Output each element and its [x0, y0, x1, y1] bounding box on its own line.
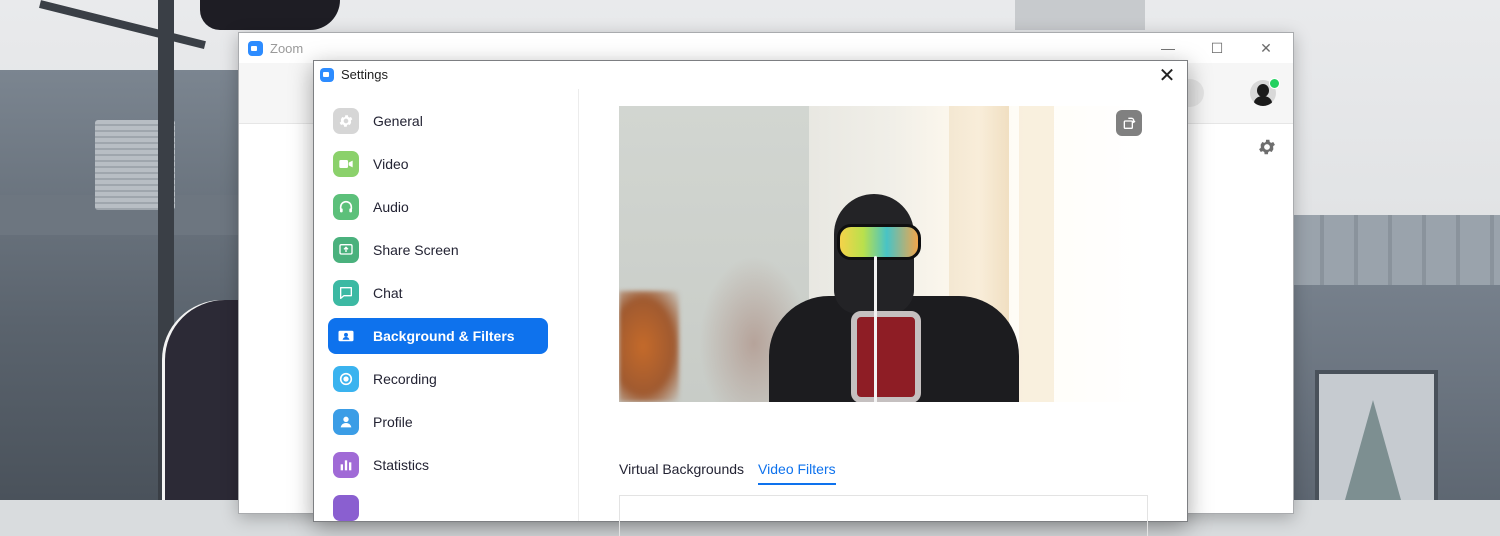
bar-chart-icon [333, 452, 359, 478]
sidebar-item-label: Chat [373, 285, 403, 301]
sidebar-item-video[interactable]: Video [328, 146, 548, 182]
chat-bubble-icon [333, 280, 359, 306]
video-preview [619, 106, 1146, 402]
filters-panel [619, 495, 1148, 536]
preview-blur-object [619, 291, 679, 402]
presence-status-dot [1269, 78, 1280, 89]
sidebar-item-general[interactable]: General [328, 103, 548, 139]
sidebar-item-next[interactable] [328, 490, 548, 526]
rotate-camera-icon[interactable] [1116, 110, 1142, 136]
close-button[interactable]: ✕ [1243, 33, 1289, 63]
settings-dialog: Settings ✕ General Video Audio Share Scr… [313, 60, 1188, 536]
sidebar-item-chat[interactable]: Chat [328, 275, 548, 311]
sidebar-item-statistics[interactable]: Statistics [328, 447, 548, 483]
share-screen-icon [333, 237, 359, 263]
sidebar-item-label: Recording [373, 371, 437, 387]
settings-close-button[interactable]: ✕ [1153, 63, 1181, 87]
maximize-button[interactable]: ☐ [1194, 33, 1240, 63]
sidebar-item-audio[interactable]: Audio [328, 189, 548, 225]
settings-titlebar: Settings ✕ [314, 61, 1187, 89]
sidebar-item-share-screen[interactable]: Share Screen [328, 232, 548, 268]
wallpaper-tree [1345, 400, 1401, 500]
zoom-logo-icon [320, 68, 334, 82]
background-tabs: Virtual Backgrounds Video Filters [619, 461, 836, 485]
preview-earphone-cord [874, 256, 877, 402]
keyboard-icon [333, 495, 359, 521]
settings-sidebar: General Video Audio Share Screen Chat Ba… [314, 89, 579, 521]
settings-content: Virtual Backgrounds Video Filters [579, 89, 1187, 536]
video-camera-icon [333, 151, 359, 177]
sidebar-item-background-filters[interactable]: Background & Filters [328, 318, 548, 354]
minimize-button[interactable]: — [1145, 33, 1191, 63]
record-icon [333, 366, 359, 392]
zoom-logo-icon [248, 41, 263, 56]
sidebar-item-label: Video [373, 156, 409, 172]
sidebar-item-label: Audio [373, 199, 409, 215]
sidebar-item-recording[interactable]: Recording [328, 361, 548, 397]
settings-gear-icon[interactable] [1257, 137, 1277, 157]
wallpaper-hair [200, 0, 340, 30]
settings-title: Settings [341, 67, 388, 82]
preview-goggles-filter [837, 224, 921, 260]
tab-virtual-backgrounds[interactable]: Virtual Backgrounds [619, 461, 744, 485]
wallpaper-wire [39, 0, 206, 50]
sidebar-item-label: Statistics [373, 457, 430, 473]
headphones-icon [333, 194, 359, 220]
preview-curtain [1019, 106, 1054, 402]
zoom-window-title: Zoom [270, 41, 304, 56]
wallpaper-right-roof [1290, 215, 1500, 285]
sidebar-item-label: Profile [373, 414, 413, 430]
gear-icon [333, 108, 359, 134]
background-person-icon [333, 323, 359, 349]
zoom-titlebar: Zoom — ☐ ✕ [239, 33, 1293, 63]
sidebar-item-label: General [373, 113, 423, 129]
preview-hoodie-logo [851, 311, 921, 402]
sidebar-item-profile[interactable]: Profile [328, 404, 548, 440]
wallpaper-sign [1015, 0, 1145, 30]
profile-icon [333, 409, 359, 435]
tab-video-filters[interactable]: Video Filters [758, 461, 836, 485]
sidebar-item-label: Background & Filters [373, 328, 515, 344]
sidebar-item-label: Share Screen [373, 242, 459, 258]
